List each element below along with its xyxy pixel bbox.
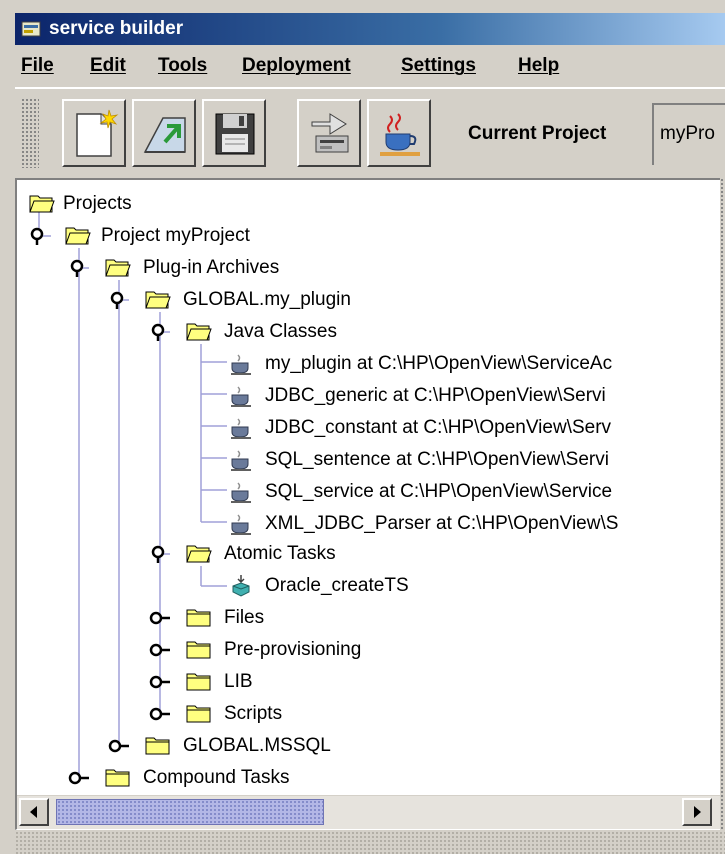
menu-edit[interactable]: Edit [90,55,126,77]
tree-label: SQL_sentence at C:\HP\OpenView\Servi [265,449,609,470]
tree-label: GLOBAL.MSSQL [183,735,331,756]
open-button[interactable] [132,99,196,167]
app-icon [21,21,41,37]
tree-label: GLOBAL.my_plugin [183,289,351,310]
current-project-label: Current Project [468,123,607,144]
menu-help[interactable]: Help [518,55,559,77]
tree-label: Oracle_createTS [265,575,409,596]
collapsed-handle-icon [108,739,129,753]
expanded-handle-icon [151,323,165,341]
tree-label: Pre-provisioning [224,639,362,660]
java-class-icon [231,354,251,375]
folder-open-icon [65,227,91,245]
tree-label: JDBC_generic at C:\HP\OpenView\Servi [265,385,606,406]
java-class-icon [231,450,251,471]
current-project-field[interactable]: myPro [652,103,725,165]
folder-closed-icon [186,641,211,659]
folder-open-icon [29,195,55,213]
folder-open-icon [186,545,212,563]
folder-closed-icon [145,737,170,755]
expanded-handle-icon [70,259,84,277]
tree-label: Atomic Tasks [224,543,336,564]
save-button[interactable] [202,99,266,167]
menu-settings[interactable]: Settings [401,55,476,77]
folder-closed-icon [186,609,211,627]
java-button[interactable] [367,99,431,167]
tree-label: Projects [63,193,132,214]
expanded-handle-icon [110,291,124,309]
folder-closed-icon [105,769,130,787]
tree-label: JDBC_constant at C:\HP\OpenView\Serv [265,417,612,438]
scroll-right-button[interactable] [682,798,712,826]
tree-label: Files [224,607,265,628]
collapsed-handle-icon [149,611,170,625]
deploy-icon [311,113,349,153]
vertical-splitter[interactable] [720,178,725,830]
project-tree[interactable]: Projects Project myProject Plug-in Archi… [15,178,720,830]
collapsed-handle-icon [149,707,170,721]
java-class-icon [231,514,251,535]
toolbar-grip[interactable] [21,98,39,168]
menu-file[interactable]: File [21,55,54,77]
tree-label: XML_JDBC_Parser at C:\HP\OpenView\S [265,513,619,534]
title-bar[interactable]: service builder [15,13,725,45]
current-project-value: myPro [660,123,715,144]
collapsed-handle-icon [149,675,170,689]
java-class-icon [231,386,251,407]
status-bar [15,831,725,854]
open-icon [143,117,186,153]
scroll-thumb[interactable] [56,799,324,825]
tree-label: LIB [224,671,253,692]
menu-tools[interactable]: Tools [158,55,207,77]
expanded-handle-icon [30,227,44,245]
toolbar: Current Project myPro [15,88,725,179]
scroll-left-button[interactable] [19,798,49,826]
save-icon [215,113,255,155]
atomic-task-icon [232,575,250,597]
arrow-right-icon [694,806,701,818]
java-class-icon [231,418,251,439]
java-class-icon [231,482,251,503]
menu-bar: File Edit Tools Deployment Settings Help [15,45,725,88]
collapsed-handle-icon [149,643,170,657]
tree-label: Java Classes [224,321,337,342]
collapsed-handle-icon [68,771,89,785]
new-document-icon [76,109,119,157]
arrow-left-icon [30,806,37,818]
menu-deployment[interactable]: Deployment [242,55,351,77]
tree-label: Scripts [224,703,283,724]
folder-closed-icon [186,673,211,691]
folder-open-icon [145,291,171,309]
tree-label: Project myProject [101,225,250,246]
tree-label: my_plugin at C:\HP\OpenView\ServiceAc [265,353,613,374]
window-title: service builder [49,18,184,39]
tree-label: Compound Tasks [143,767,290,788]
folder-open-icon [105,259,131,277]
tree-label: SQL_service at C:\HP\OpenView\Service [265,481,613,502]
expanded-handle-icon [151,545,165,563]
deploy-button[interactable] [297,99,361,167]
folder-closed-icon [186,705,211,723]
tree-label: Plug-in Archives [143,257,280,278]
horizontal-scrollbar[interactable] [17,795,720,829]
java-icon [380,113,420,156]
folder-open-icon [186,323,212,341]
new-button[interactable] [62,99,126,167]
